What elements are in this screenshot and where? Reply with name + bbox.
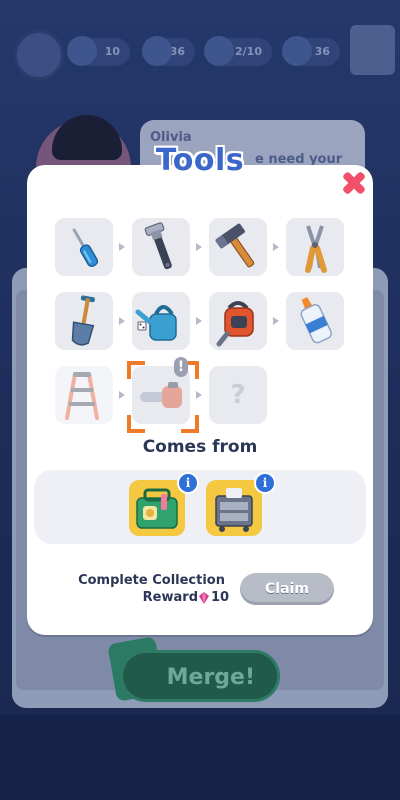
selection-corner [127,415,145,433]
shovel-icon [71,295,95,346]
energy-icon [67,36,97,66]
collection-item-locked[interactable]: ? [209,366,267,424]
bottom-panel [0,715,400,800]
screwdriver-icon [72,228,99,267]
gem-icon [282,36,312,66]
resource-gems: 36 [282,36,340,66]
reward-amount: 10 [211,590,230,605]
chevron-right-icon [273,317,279,325]
pliers-icon [305,225,327,273]
reward-label: Complete Collection [78,573,225,588]
leaf-blower-icon [216,301,254,347]
gift-box-icon [350,25,395,75]
hammer-icon [215,223,255,268]
collection-item-wrench[interactable] [132,218,190,276]
level-icon [204,36,234,66]
top-bar: 10 36 2/10 36 [0,0,400,100]
claim-button[interactable]: Claim [240,573,334,605]
source-toolbox[interactable] [129,480,185,536]
alert-badge: ! [174,357,188,377]
chevron-right-icon [273,243,279,251]
source-tool-cart[interactable] [206,480,262,536]
collection-item-pliers[interactable] [286,218,344,276]
info-icon[interactable]: i [177,472,199,494]
coin-icon [142,36,172,66]
info-icon[interactable]: i [254,472,276,494]
resource-coins: 36 [142,36,195,66]
chevron-right-icon [119,243,125,251]
watering-can-icon [135,305,177,341]
tool-cart-icon [215,488,253,532]
reward-label-2: Reward [142,590,198,605]
chevron-right-icon [119,317,125,325]
selection-corner [127,361,145,379]
collection-item-step-ladder[interactable] [55,366,113,424]
collection-item-leaf-blower[interactable] [209,292,267,350]
collection-item-hammer[interactable] [209,218,267,276]
merge-button: Merge! [120,650,280,702]
sources-panel [34,470,366,544]
collection-item-watering-can[interactable] [132,292,190,350]
gem-icon [199,592,209,604]
close-button[interactable] [337,166,371,200]
chevron-right-icon [196,317,202,325]
glue-bottle-icon [300,297,333,344]
chevron-right-icon [196,391,202,399]
step-ladder-icon [65,372,99,420]
player-avatar [14,30,64,80]
comes-from-label: Comes from [142,437,258,457]
selection-corner [181,415,199,433]
resource-progress: 2/10 [204,36,272,66]
toolbox-icon [136,488,178,529]
collection-item-screwdriver[interactable] [55,218,113,276]
collection-item-glue-bottle[interactable] [286,292,344,350]
collection-item-shovel[interactable] [55,292,113,350]
wrench-icon [144,222,172,270]
chevron-right-icon [119,391,125,399]
chevron-right-icon [196,243,202,251]
question-mark-icon: ? [230,380,246,410]
resource-energy: 10 [67,36,130,66]
close-icon [341,170,367,196]
